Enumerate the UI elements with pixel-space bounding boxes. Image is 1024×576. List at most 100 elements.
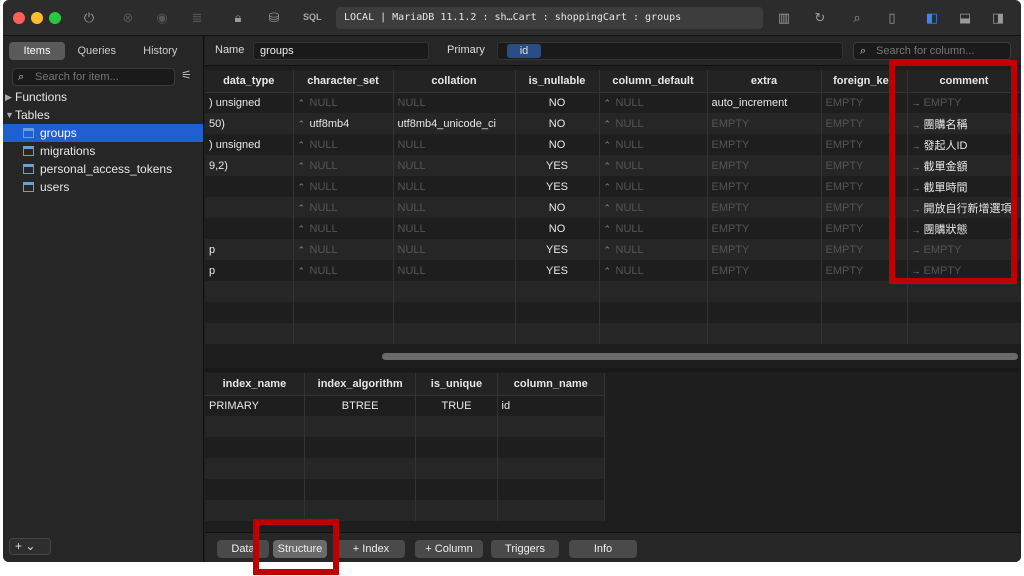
cell-data-type[interactable]: 50) — [205, 113, 294, 134]
stepper-icon[interactable]: ⌃ — [298, 98, 306, 109]
column-header-collation[interactable]: collation — [393, 70, 516, 93]
database-icon[interactable]: ⛁ — [265, 9, 283, 27]
chart-icon[interactable]: ▥ — [775, 9, 793, 27]
column-header-is-nullable[interactable]: is_nullable — [515, 70, 600, 93]
stepper-icon[interactable]: ⌃ — [604, 245, 612, 256]
stepper-icon[interactable]: ⌃ — [298, 224, 306, 235]
cell-column-default[interactable]: ⌃ NULL — [599, 239, 708, 260]
index-header-column-name[interactable]: column_name — [497, 373, 605, 396]
cell-column-default[interactable]: ⌃ NULL — [599, 134, 708, 155]
cell-collation[interactable]: NULL — [393, 197, 516, 218]
cell-collation[interactable]: NULL — [393, 176, 516, 197]
primary-key-field[interactable] — [497, 42, 843, 60]
horizontal-scrollbar[interactable] — [382, 353, 1018, 360]
cell-is-nullable[interactable]: YES — [515, 155, 600, 176]
stepper-icon[interactable]: ⌃ — [604, 224, 612, 235]
toggle-sidebar-icon[interactable]: ◧ — [923, 9, 941, 27]
toggle-inspector-icon[interactable]: ◨ — [989, 9, 1007, 27]
cell-data-type[interactable] — [205, 176, 294, 197]
cell-character-set[interactable]: ⌃ NULL — [293, 260, 394, 281]
tab-items[interactable]: Items — [9, 42, 65, 60]
tab-queries[interactable]: Queries — [65, 42, 129, 60]
cell-collation[interactable]: NULL — [393, 239, 516, 260]
refresh-icon[interactable]: ↻ — [811, 9, 829, 27]
index-header-index-algorithm[interactable]: index_algorithm — [304, 373, 417, 396]
stepper-icon[interactable]: ⌃ — [604, 119, 612, 130]
cell-collation[interactable]: NULL — [393, 218, 516, 239]
tab-info[interactable]: Info — [569, 540, 637, 558]
stepper-icon[interactable]: ⌃ — [298, 266, 306, 277]
close-window-button[interactable] — [13, 12, 25, 24]
cell-extra[interactable]: auto_increment — [707, 92, 822, 113]
tab-history[interactable]: History — [129, 42, 193, 60]
search-icon[interactable]: ⌕ — [848, 9, 866, 27]
cell-character-set[interactable]: ⌃ NULL — [293, 92, 394, 113]
cell-column-default[interactable]: ⌃ NULL — [599, 197, 708, 218]
filter-icon[interactable]: ⚟ — [181, 68, 192, 82]
sql-button[interactable]: SQL — [303, 12, 322, 22]
cell-extra[interactable]: EMPTY — [707, 239, 822, 260]
cell-character-set[interactable]: ⌃ NULL — [293, 134, 394, 155]
index-cell-index-algorithm[interactable]: BTREE — [304, 395, 417, 416]
cell-column-default[interactable]: ⌃ NULL — [599, 113, 708, 134]
cell-data-type[interactable]: ) unsigned — [205, 134, 294, 155]
layout-icon[interactable]: ▯ — [883, 9, 901, 27]
column-search-input[interactable]: ⌕ Search for column... — [853, 42, 1011, 60]
stepper-icon[interactable]: ⌃ — [298, 203, 306, 214]
editor-icon[interactable]: ≣ — [188, 9, 206, 27]
cell-character-set[interactable]: ⌃ NULL — [293, 197, 394, 218]
cell-character-set[interactable]: ⌃ NULL — [293, 239, 394, 260]
cell-collation[interactable]: NULL — [393, 92, 516, 113]
tab-add-column[interactable]: + Column — [415, 540, 483, 558]
power-icon[interactable]: ⏻ — [80, 9, 98, 27]
preview-icon[interactable]: ◉ — [153, 9, 171, 27]
sidebar-item-groups[interactable]: groups — [3, 124, 203, 142]
cell-collation[interactable]: utf8mb4_unicode_ci — [393, 113, 516, 134]
add-menu-button[interactable]: + ⌄ — [9, 538, 51, 555]
stepper-icon[interactable]: ⌃ — [604, 98, 612, 109]
cell-extra[interactable]: EMPTY — [707, 218, 822, 239]
cell-is-nullable[interactable]: NO — [515, 218, 600, 239]
sidebar-group-functions[interactable]: ▶ Functions — [3, 88, 203, 106]
cell-data-type[interactable]: 9,2) — [205, 155, 294, 176]
item-search-input[interactable]: ⌕ Search for item... — [12, 68, 175, 86]
sidebar-item-personal-access-tokens[interactable]: personal_access_tokens — [3, 160, 203, 178]
cell-character-set[interactable]: ⌃ NULL — [293, 155, 394, 176]
cell-character-set[interactable]: ⌃ utf8mb4 — [293, 113, 394, 134]
cell-collation[interactable]: NULL — [393, 260, 516, 281]
cell-is-nullable[interactable]: YES — [515, 260, 600, 281]
stepper-icon[interactable]: ⌃ — [604, 203, 612, 214]
cell-is-nullable[interactable]: YES — [515, 239, 600, 260]
zoom-window-button[interactable] — [49, 12, 61, 24]
column-header-character-set[interactable]: character_set — [293, 70, 394, 93]
index-cell-is-unique[interactable]: TRUE — [415, 395, 498, 416]
lock-icon[interactable]: 🔒︎ — [229, 9, 247, 27]
stop-icon[interactable]: ⊗ — [119, 9, 137, 27]
stepper-icon[interactable]: ⌃ — [298, 245, 306, 256]
table-row[interactable]: PRIMARY BTREE TRUE id — [205, 395, 605, 416]
cell-extra[interactable]: EMPTY — [707, 113, 822, 134]
cell-character-set[interactable]: ⌃ NULL — [293, 176, 394, 197]
stepper-icon[interactable]: ⌃ — [604, 182, 612, 193]
tab-add-index[interactable]: + Index — [337, 540, 405, 558]
cell-column-default[interactable]: ⌃ NULL — [599, 218, 708, 239]
cell-column-default[interactable]: ⌃ NULL — [599, 260, 708, 281]
table-name-field[interactable]: groups — [253, 42, 429, 60]
cell-collation[interactable]: NULL — [393, 155, 516, 176]
cell-column-default[interactable]: ⌃ NULL — [599, 92, 708, 113]
cell-extra[interactable]: EMPTY — [707, 134, 822, 155]
cell-is-nullable[interactable]: YES — [515, 176, 600, 197]
cell-column-default[interactable]: ⌃ NULL — [599, 155, 708, 176]
cell-is-nullable[interactable]: NO — [515, 134, 600, 155]
column-header-data-type[interactable]: data_type — [205, 70, 294, 93]
cell-data-type[interactable]: p — [205, 239, 294, 260]
cell-is-nullable[interactable]: NO — [515, 113, 600, 134]
stepper-icon[interactable]: ⌃ — [298, 161, 306, 172]
cell-data-type[interactable]: p — [205, 260, 294, 281]
cell-extra[interactable]: EMPTY — [707, 197, 822, 218]
stepper-icon[interactable]: ⌃ — [298, 182, 306, 193]
sidebar-item-migrations[interactable]: migrations — [3, 142, 203, 160]
toggle-console-icon[interactable]: ⬓ — [956, 9, 974, 27]
cell-is-nullable[interactable]: NO — [515, 197, 600, 218]
sidebar-item-users[interactable]: users — [3, 178, 203, 196]
